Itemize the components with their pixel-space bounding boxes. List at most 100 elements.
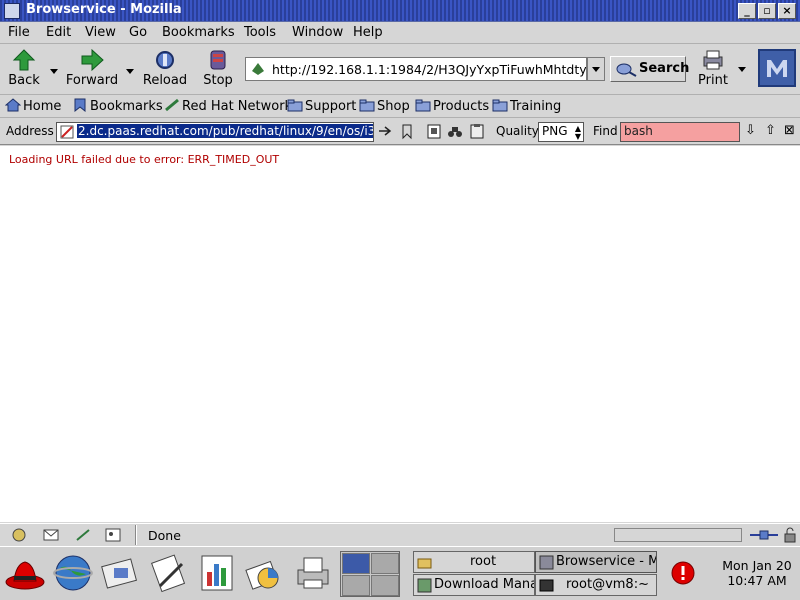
personal-training[interactable]: Training — [492, 98, 561, 116]
spin-arrows-icon[interactable]: ▲ ▼ — [575, 125, 581, 141]
folder-icon — [415, 99, 431, 112]
desktop-panel: root Browservice - Mo Download Manag roo… — [0, 546, 800, 600]
personal-support[interactable]: Support — [287, 98, 356, 116]
quality-label: Quality — [496, 124, 539, 138]
address-toolbar: Address 2.dc.paas.redhat.com/pub/redhat/… — [0, 119, 800, 145]
search-label: Search — [639, 61, 690, 76]
back-button[interactable]: Back — [4, 47, 44, 91]
print-dropdown-icon[interactable] — [738, 67, 746, 72]
address-value: 2.dc.paas.redhat.com/pub/redhat/linux/9/… — [77, 124, 373, 138]
personal-products[interactable]: Products — [415, 98, 489, 116]
folder-icon — [492, 99, 508, 112]
personal-training-label: Training — [510, 99, 562, 114]
quality-select[interactable]: PNG ▲ ▼ — [538, 122, 584, 142]
task-download-manager[interactable]: Download Manag — [413, 574, 535, 596]
personal-home[interactable]: Home — [5, 98, 61, 116]
spreadsheet-icon[interactable] — [196, 552, 238, 594]
folder-icon — [359, 99, 375, 112]
workspace-2[interactable] — [371, 553, 399, 574]
find-previous-icon[interactable]: ⇧ — [765, 123, 776, 138]
site-icon — [252, 63, 264, 75]
task-root-label: root — [470, 554, 497, 569]
find-input[interactable]: bash — [620, 122, 740, 142]
online-status-icon[interactable] — [750, 528, 778, 542]
personal-products-label: Products — [433, 99, 490, 114]
workspace-1[interactable] — [342, 553, 370, 574]
find-next-icon[interactable]: ⇩ — [745, 123, 756, 138]
personal-red-hat-network-label: Red Hat Network — [182, 99, 293, 114]
reload-button[interactable]: Reload — [142, 47, 188, 91]
go-arrow-icon[interactable] — [377, 123, 393, 140]
menu-help[interactable]: Help — [353, 25, 383, 40]
menu-file[interactable]: File — [8, 25, 30, 40]
personal-support-label: Support — [305, 99, 357, 114]
menu-bookmarks[interactable]: Bookmarks — [162, 25, 235, 40]
red-hat-menu-icon[interactable] — [4, 552, 46, 594]
forward-label: Forward — [65, 73, 119, 88]
personal-shop-label: Shop — [377, 99, 410, 114]
status-text: Done — [148, 528, 181, 543]
back-label: Back — [8, 73, 40, 88]
navigator-icon[interactable] — [10, 527, 28, 543]
personal-red-hat-network[interactable]: Red Hat Network — [164, 98, 292, 116]
page-content[interactable]: Loading URL failed due to error: ERR_TIM… — [0, 146, 800, 522]
presentation-icon[interactable] — [244, 552, 286, 594]
forward-dropdown-icon[interactable] — [126, 69, 134, 74]
find-close-icon[interactable]: ⊠ — [784, 123, 795, 138]
composer-icon[interactable] — [74, 527, 92, 543]
binoculars-icon[interactable] — [447, 123, 463, 140]
reload-label: Reload — [142, 73, 188, 88]
mozilla-logo[interactable] — [758, 49, 796, 87]
workspace-3[interactable] — [342, 575, 370, 596]
print-label: Print — [698, 73, 728, 88]
back-dropdown-icon[interactable] — [50, 69, 58, 74]
url-text: http://192.168.1.1:1984/2/H3QJyYxpTiFuwh… — [272, 62, 587, 77]
page-icon[interactable] — [426, 123, 442, 140]
writer-icon[interactable] — [148, 552, 190, 594]
task-browservice-label: Browservice - Mo — [556, 554, 657, 569]
task-root[interactable]: root — [413, 551, 535, 573]
print-manager-icon[interactable] — [292, 552, 334, 594]
stop-button[interactable]: Stop — [198, 47, 238, 91]
find-label: Find — [593, 124, 618, 138]
menu-bar: File Edit View Go Bookmarks Tools Window… — [0, 22, 800, 44]
clipboard-icon[interactable] — [469, 123, 485, 140]
address-input[interactable]: 2.dc.paas.redhat.com/pub/redhat/linux/9/… — [56, 122, 374, 142]
printer-icon — [703, 50, 723, 70]
error-message: Loading URL failed due to error: ERR_TIM… — [9, 153, 280, 166]
menu-edit[interactable]: Edit — [46, 25, 71, 40]
chevron-down-icon — [592, 67, 600, 72]
address-label: Address — [6, 124, 54, 138]
bookmark-icon[interactable] — [399, 123, 415, 140]
search-button[interactable]: Search — [610, 56, 690, 82]
window-titlebar[interactable]: Browservice - Mozilla _ ▫ × — [0, 0, 800, 22]
forward-button[interactable]: Forward — [64, 47, 120, 91]
personal-shop[interactable]: Shop — [359, 98, 410, 116]
workspace-4[interactable] — [371, 575, 399, 596]
task-terminal[interactable]: root@vm8:~ — [535, 574, 657, 596]
menu-tools[interactable]: Tools — [244, 25, 276, 40]
address-book-icon[interactable] — [104, 527, 122, 543]
panel-clock[interactable]: Mon Jan 20 10:47 AM — [714, 558, 800, 588]
download-icon — [417, 578, 432, 593]
email-icon[interactable] — [100, 552, 142, 594]
personal-toolbar: Home Bookmarks Red Hat Network Support S… — [0, 96, 800, 118]
minimize-button[interactable]: _ — [738, 3, 756, 19]
url-bar[interactable]: http://192.168.1.1:1984/2/H3QJyYxpTiFuwh… — [245, 57, 587, 81]
print-button[interactable]: Print — [694, 47, 732, 91]
menu-go[interactable]: Go — [129, 25, 147, 40]
menu-view[interactable]: View — [85, 25, 116, 40]
web-browser-icon[interactable] — [52, 552, 94, 594]
personal-bookmarks[interactable]: Bookmarks — [72, 98, 163, 116]
window-menu-icon[interactable] — [4, 3, 20, 19]
update-alert-icon[interactable] — [671, 561, 695, 585]
maximize-button[interactable]: ▫ — [758, 3, 776, 19]
close-button[interactable]: × — [778, 3, 796, 19]
menu-window[interactable]: Window — [292, 25, 343, 40]
mail-icon[interactable] — [42, 527, 60, 543]
security-lock-icon[interactable] — [782, 527, 798, 543]
workspace-pager[interactable] — [340, 551, 400, 597]
task-browservice[interactable]: Browservice - Mo — [535, 551, 657, 573]
url-history-dropdown[interactable] — [587, 57, 605, 81]
search-icon — [616, 63, 637, 77]
